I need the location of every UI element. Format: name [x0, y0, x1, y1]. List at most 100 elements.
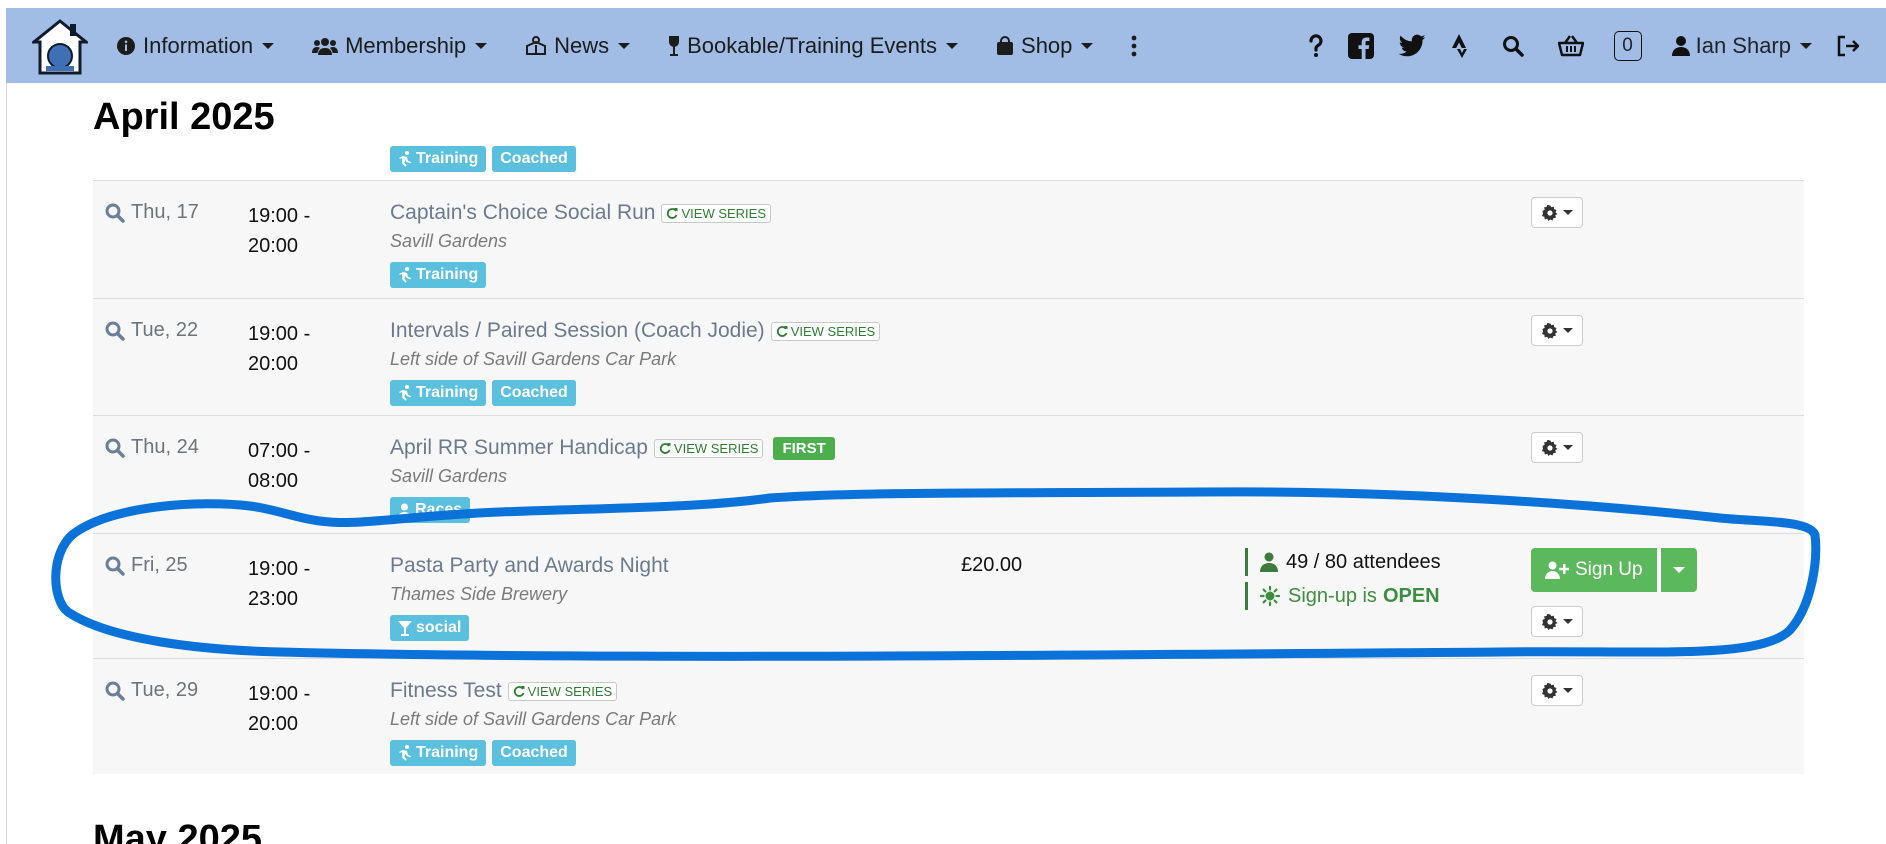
newspaper-icon	[526, 35, 547, 55]
help-button[interactable]	[1308, 33, 1324, 58]
event-price: £20.00	[961, 554, 1023, 576]
facebook-link[interactable]	[1347, 32, 1374, 59]
basket-icon	[1557, 34, 1584, 56]
info-circle-icon	[117, 36, 135, 55]
user-menu[interactable]: Ian Sharp	[1671, 33, 1812, 59]
strava-icon	[1451, 33, 1467, 58]
view-series-link[interactable]: VIEW SERIES	[653, 438, 764, 458]
event-title[interactable]: Fitness Test	[390, 679, 502, 703]
badge-training: Training	[390, 146, 487, 172]
badge-coached: Coached	[492, 740, 576, 766]
month-heading-may: May 2025	[93, 818, 263, 844]
event-date[interactable]: Thu, 17	[105, 201, 199, 224]
twitter-link[interactable]	[1398, 34, 1426, 58]
view-series-link[interactable]: VIEW SERIES	[661, 203, 772, 223]
chevron-down-icon	[475, 42, 488, 49]
nav-news[interactable]: News	[525, 32, 631, 59]
sun-icon	[1260, 586, 1280, 606]
event-title[interactable]: April RR Summer Handicap	[390, 436, 648, 460]
badge-coached: Coached	[492, 146, 576, 172]
running-icon	[399, 745, 411, 761]
event-settings-button[interactable]	[1531, 606, 1583, 637]
cocktail-icon	[398, 621, 412, 636]
chevron-down-icon	[1562, 328, 1573, 333]
event-settings-button[interactable]	[1531, 675, 1583, 706]
top-navbar: Information Membership News Bookable/Tra…	[6, 8, 1886, 83]
refresh-icon	[513, 686, 525, 697]
attendee-count: 49 / 80 attendees	[1286, 550, 1441, 573]
nav-shop[interactable]: Shop	[996, 33, 1094, 59]
search-icon	[1502, 35, 1524, 57]
basket-button[interactable]	[1557, 34, 1584, 57]
event-time: 07:00 -08:00	[248, 440, 311, 492]
event-date[interactable]: Thu, 24	[105, 436, 199, 459]
nav-information[interactable]: Information	[116, 32, 275, 59]
refresh-icon	[776, 326, 788, 337]
table-row: Thu, 17 19:00 -20:00 Captain's Choice So…	[93, 180, 1804, 298]
badge-training: Training	[390, 262, 487, 288]
users-icon	[312, 37, 339, 55]
event-settings-button[interactable]	[1531, 197, 1583, 228]
event-time: 19:00 -20:00	[248, 683, 311, 735]
search-button[interactable]	[1502, 35, 1524, 57]
table-row-highlighted: Fri, 25 19:00 -23:00 Pasta Party and Awa…	[93, 533, 1804, 658]
badge-coached: Coached	[492, 380, 576, 406]
logout-button[interactable]	[1836, 35, 1860, 57]
facebook-icon	[1347, 32, 1374, 59]
running-icon	[399, 267, 411, 283]
chevron-down-icon	[1672, 567, 1685, 573]
vertical-ellipsis-icon	[1132, 35, 1137, 56]
event-venue: Savill Gardens	[390, 231, 508, 251]
event-title[interactable]: Pasta Party and Awards Night	[390, 554, 669, 578]
nav-membership[interactable]: Membership	[312, 33, 488, 59]
search-icon	[105, 438, 125, 458]
sign-out-icon	[1837, 35, 1860, 56]
badge-training: Training	[390, 380, 487, 406]
user-icon	[1671, 35, 1690, 56]
event-settings-button[interactable]	[1531, 432, 1583, 463]
attendance-info: 49 / 80 attendees Sign-up is OPEN	[1245, 548, 1441, 616]
chevron-down-icon	[1800, 42, 1812, 49]
search-icon	[105, 681, 125, 701]
search-icon	[105, 556, 125, 576]
chevron-down-icon	[1081, 42, 1094, 49]
more-menu-button[interactable]	[1131, 35, 1144, 57]
event-title[interactable]: Captain's Choice Social Run	[390, 201, 655, 225]
running-icon	[399, 151, 411, 167]
gear-icon	[1541, 439, 1557, 456]
nav-events[interactable]: Bookable/Training Events	[668, 32, 959, 59]
gear-icon	[1541, 613, 1557, 630]
cart-count-badge[interactable]: 0	[1613, 30, 1642, 61]
chevron-down-icon	[618, 42, 631, 49]
event-settings-button[interactable]	[1531, 315, 1583, 346]
chevron-down-icon	[262, 42, 275, 49]
twitter-icon	[1398, 34, 1426, 56]
club-logo[interactable]	[32, 18, 88, 76]
nav-information-label: Information	[143, 32, 254, 58]
question-icon	[1308, 33, 1323, 57]
refresh-icon	[659, 443, 671, 454]
event-venue: Savill Gardens	[390, 466, 508, 486]
event-date[interactable]: Tue, 22	[105, 319, 198, 342]
event-title[interactable]: Intervals / Paired Session (Coach Jodie)	[390, 319, 765, 343]
first-badge: FIRST	[773, 436, 835, 460]
sign-up-button[interactable]: Sign Up	[1531, 548, 1657, 592]
nav-news-label: News	[554, 32, 610, 58]
badge-social: social	[390, 615, 470, 641]
gear-icon	[1541, 322, 1557, 339]
signup-status: OPEN	[1382, 584, 1440, 607]
table-row: Thu, 24 07:00 -08:00 April RR Summer Han…	[93, 415, 1804, 533]
view-series-link[interactable]: VIEW SERIES	[507, 681, 618, 701]
gear-icon	[1541, 204, 1557, 221]
event-time: 19:00 -20:00	[248, 323, 311, 375]
search-icon	[105, 321, 125, 341]
view-series-link[interactable]: VIEW SERIES	[770, 321, 881, 341]
strava-link[interactable]	[1450, 33, 1472, 59]
sign-up-dropdown-toggle[interactable]	[1658, 548, 1697, 592]
event-time: 19:00 -20:00	[248, 205, 311, 257]
event-venue: Thames Side Brewery	[390, 584, 568, 604]
event-date[interactable]: Fri, 25	[105, 554, 188, 577]
refresh-icon	[667, 208, 678, 219]
nav-events-label: Bookable/Training Events	[687, 32, 938, 58]
event-date[interactable]: Tue, 29	[105, 679, 198, 702]
